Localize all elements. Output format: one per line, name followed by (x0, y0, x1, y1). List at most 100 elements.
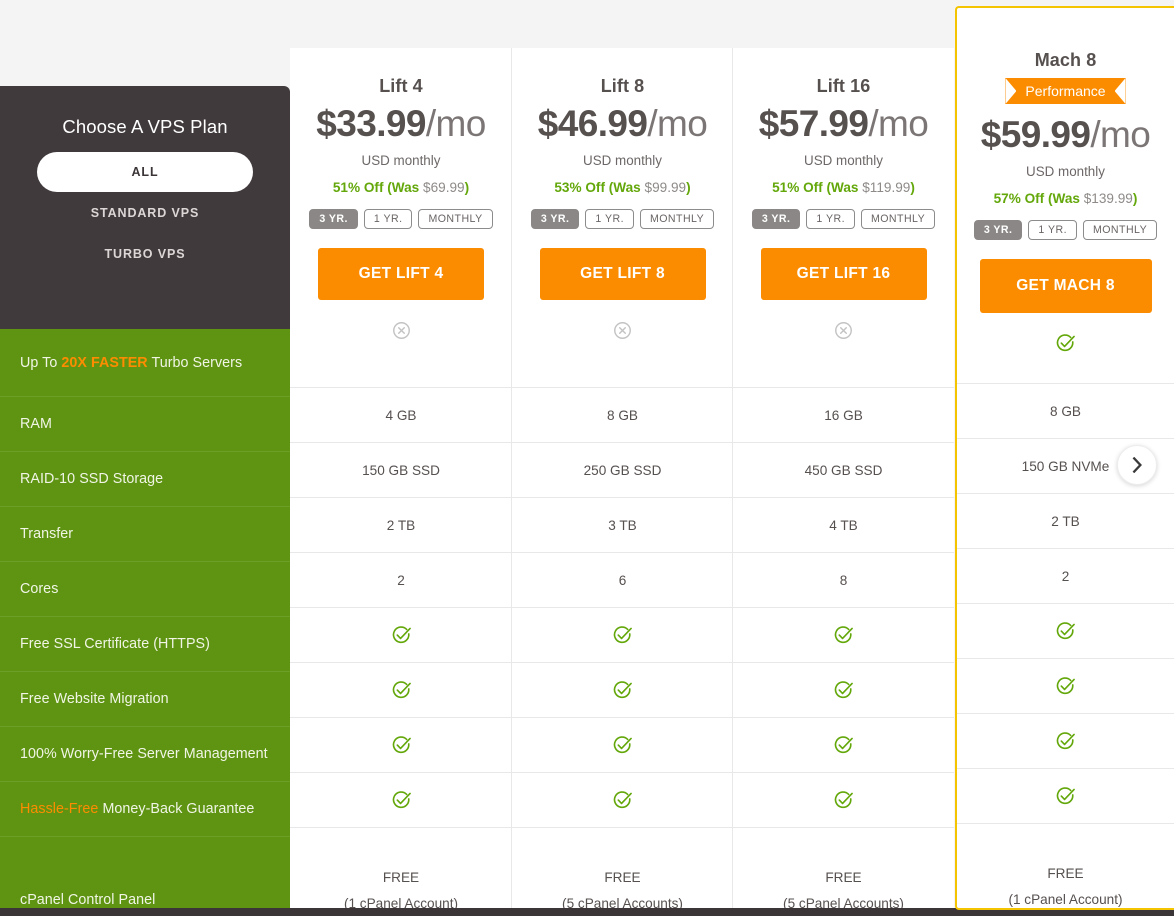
billing-term-option[interactable]: MONTHLY (418, 209, 493, 230)
check-circle-icon (392, 735, 411, 753)
plan-price-note: USD monthly (361, 153, 441, 169)
plan-value-text: 6 (618, 572, 627, 588)
check-circle-icon (834, 680, 853, 698)
feature-label: RAID-10 SSD Storage (20, 471, 163, 487)
plan-value-cell: 4 GB (290, 387, 512, 442)
plan-value-text: 16 GB (824, 407, 863, 423)
feature-label: 100% Worry-Free Server Management (20, 746, 268, 762)
plan-cta-button[interactable]: GET LIFT 8 (539, 248, 706, 301)
plan-value-text: 8 GB (607, 407, 638, 423)
vps-plan-comparison-page: Choose A VPS Plan ALL STANDARD VPS TURBO V… (0, 0, 1174, 916)
billing-term-option[interactable]: 1 YR. (363, 209, 413, 230)
plan-discount: 53% Off (Was $99.99) (512, 180, 733, 195)
discount-percent: 51% Off (Was (772, 180, 863, 196)
plan-price-amount: $57.99 (758, 103, 869, 144)
check-circle-icon (834, 790, 853, 808)
discount-was-price: $119.99 (862, 180, 911, 196)
check-circle-icon (1056, 731, 1075, 749)
billing-term-toggle: 3 YR. 1 YR. MONTHLY (733, 209, 954, 230)
plan-value-cell: 16 GB (733, 387, 954, 442)
discount-was-price: $69.99 (423, 180, 465, 196)
plan-value-text: 3 TB (608, 517, 637, 533)
plan-price: $46.99/mo (512, 103, 733, 144)
check-circle-icon (392, 680, 411, 698)
plan-value-cell (733, 717, 954, 772)
turbo-availability-cell (957, 331, 1174, 355)
plan-value-text: 8 (839, 572, 848, 588)
plan-price: $59.99/mo (957, 114, 1174, 155)
plan-value-cell: 8 GB (957, 383, 1174, 438)
plan-cta-button[interactable]: GET LIFT 4 (318, 248, 484, 301)
chevron-right-icon (1132, 457, 1142, 473)
feature-label-column: Up To 20X FASTER Turbo Servers RAM RAID-10… (0, 329, 290, 908)
plan-badge-wrap: Performance (957, 78, 1174, 108)
plan-value-cell (290, 772, 512, 827)
feature-label-text: Money-Back Guarantee (98, 801, 255, 817)
billing-term-option[interactable]: MONTHLY (639, 209, 715, 230)
carousel-next-button[interactable] (1117, 445, 1157, 485)
feature-label-text: Free SSL Certificate (HTTPS) (20, 636, 210, 652)
feature-label-text: Free Website Migration (20, 691, 169, 707)
feature-label: Up To 20X FASTER Turbo Servers (20, 355, 242, 371)
discount-was-price: $99.99 (644, 180, 687, 196)
billing-term-option[interactable]: 1 YR. (806, 209, 855, 230)
plan-value-text: 2 TB (1051, 513, 1080, 529)
plan-price-amount: $46.99 (537, 103, 648, 144)
plan-header: Lift 8 $46.99/mo USD monthly 53% Off (Was $… (512, 48, 733, 387)
plan-price-period: /mo (868, 103, 929, 144)
plan-name: Lift 4 (379, 76, 423, 96)
plan-value-text: 4 GB (385, 407, 417, 423)
plan-value-cell (290, 662, 512, 717)
billing-term-option[interactable]: 1 YR. (585, 209, 634, 230)
billing-term-option[interactable]: MONTHLY (860, 209, 936, 230)
plan-price-amount: $33.99 (316, 103, 426, 144)
feature-label-text: RAID-10 SSD Storage (20, 471, 164, 487)
feature-label: Hassle-Free Money-Back Guarantee (20, 801, 254, 817)
turbo-availability-cell (290, 318, 512, 342)
plan-cta-button[interactable]: GET LIFT 16 (760, 248, 927, 301)
plan-value-cell: 250 GB SSD (512, 442, 733, 497)
check-circle-icon (1056, 621, 1075, 639)
plan-value-cell: FREE (5 cPanel Accounts) (512, 827, 733, 916)
plan-value-cell (512, 772, 733, 827)
plan-value-cell: 150 GB SSD (290, 442, 512, 497)
plan-filter-all[interactable]: ALL (37, 152, 253, 192)
plan-value-cell: 2 (290, 552, 512, 607)
billing-term-option[interactable]: 3 YR. (751, 209, 801, 230)
plan-value-cell: 2 TB (290, 497, 512, 552)
plan-columns: Lift 4 $33.99/mo USD monthly 51% Off (Was $… (290, 0, 1174, 916)
feature-row: RAID-10 SSD Storage (0, 452, 290, 507)
plan-value-text: FREE (1047, 866, 1084, 881)
plan-filter-turbo-vps[interactable]: TURBO VPS (37, 234, 253, 274)
plan-price: $57.99/mo (733, 103, 954, 144)
plan-value-cell (957, 768, 1174, 823)
plan-value-cell: FREE (1 cPanel Account) (957, 823, 1174, 916)
plan-price: $33.99/mo (290, 103, 512, 144)
feature-label-text: Up To (20, 354, 62, 371)
billing-term-option[interactable]: 3 YR. (973, 220, 1023, 241)
billing-term-option[interactable]: 3 YR. (309, 209, 358, 230)
billing-term-option[interactable]: 1 YR. (1028, 220, 1077, 241)
check-circle-icon (392, 625, 411, 643)
plan-cta-button[interactable]: GET MACH 8 (979, 259, 1152, 314)
plan-header: Mach 8 Performance $59.99/mo USD monthly 57%… (957, 8, 1174, 383)
plan-filter-standard-vps[interactable]: STANDARD VPS (37, 193, 253, 233)
billing-term-option[interactable]: MONTHLY (1082, 220, 1158, 241)
feature-row: cPanel Control Panel (0, 837, 290, 916)
plan-column-lift-8: Lift 8 $46.99/mo USD monthly 53% Off (Was $… (511, 48, 733, 916)
check-circle-icon (834, 625, 853, 643)
check-circle-icon (1056, 786, 1075, 804)
check-circle-icon (613, 680, 632, 698)
discount-percent: 57% Off (Was (993, 191, 1084, 207)
check-circle-icon (1056, 334, 1075, 352)
feature-label: cPanel Control Panel (20, 892, 155, 908)
check-circle-icon (613, 735, 632, 753)
feature-label-text: Transfer (20, 526, 74, 542)
plan-value-text: 150 GB SSD (362, 462, 440, 478)
feature-row: Up To 20X FASTER Turbo Servers (0, 329, 290, 397)
discount-close-paren: ) (910, 180, 915, 196)
discount-was-price: $139.99 (1083, 191, 1133, 207)
plan-column-lift-16: Lift 16 $57.99/mo USD monthly 51% Off (Was … (732, 48, 954, 916)
billing-term-option[interactable]: 3 YR. (530, 209, 580, 230)
feature-label: RAM (20, 416, 52, 432)
